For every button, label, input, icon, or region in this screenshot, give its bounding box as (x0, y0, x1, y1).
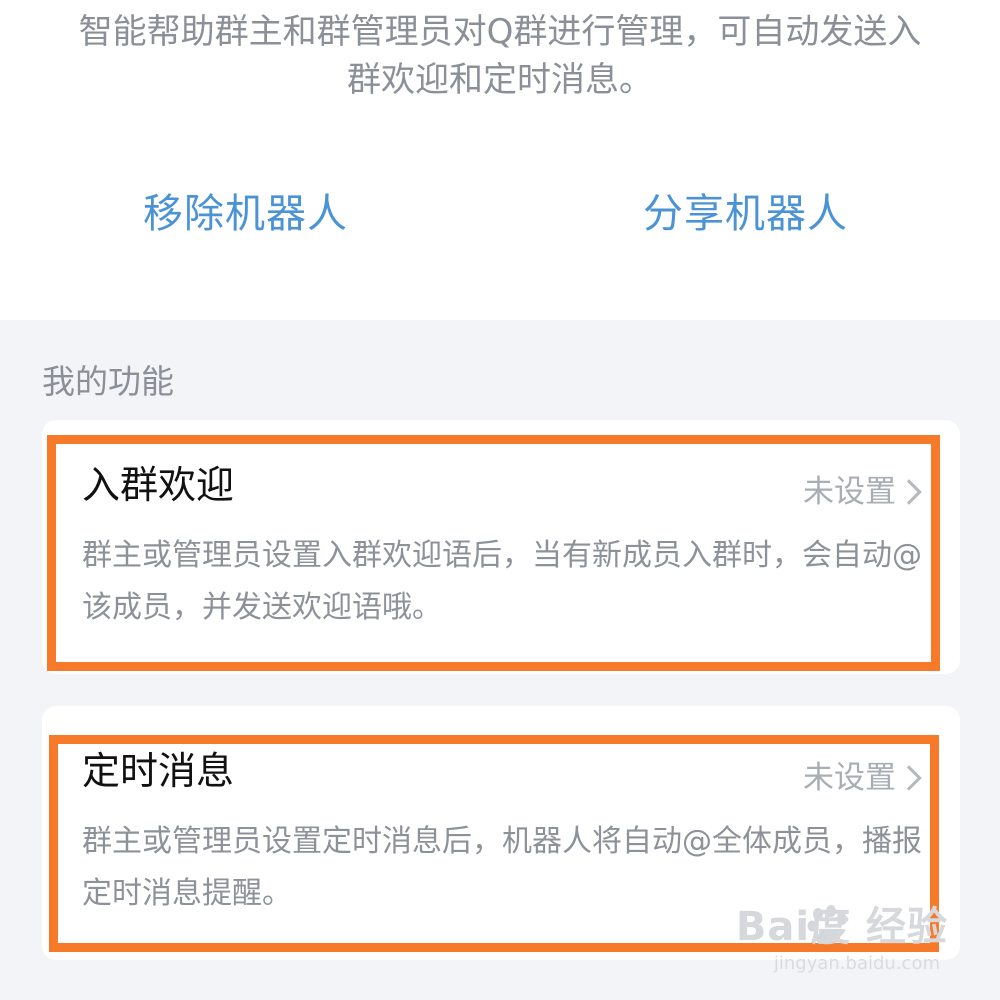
feature-title: 入群欢迎 (82, 463, 235, 507)
status-label: 未设置 (803, 760, 896, 796)
feature-card-welcome[interactable]: 入群欢迎 未设置 群主或管理员设置入群欢迎语后，当有新成员入群时，会自动@该成员… (42, 420, 960, 674)
robot-description: 智能帮助群主和群管理员对Q群进行管理，可自动发送入群欢迎和定时消息。 (78, 12, 922, 100)
robot-info-header: 智能帮助群主和群管理员对Q群进行管理，可自动发送入群欢迎和定时消息。 移除机器人… (0, 0, 1000, 320)
feature-title: 定时消息 (82, 749, 235, 793)
remove-robot-button[interactable]: 移除机器人 (143, 188, 348, 240)
baidu-watermark-logo: Bai度 经验 (735, 904, 948, 950)
my-features-section: 我的功能 入群欢迎 未设置 群主或管理员设置入群欢迎语后，当有新成员入群时，会自… (0, 320, 1000, 1000)
share-robot-button[interactable]: 分享机器人 (643, 188, 848, 240)
section-title: 我的功能 (42, 362, 174, 401)
robot-settings-page: 智能帮助群主和群管理员对Q群进行管理，可自动发送入群欢迎和定时消息。 移除机器人… (0, 0, 1000, 1000)
status-label: 未设置 (803, 474, 896, 510)
feature-description: 群主或管理员设置入群欢迎语后，当有新成员入群时，会自动@该成员，并发送欢迎语哦。 (82, 538, 922, 625)
baidu-watermark-url: jingyan.baidu.com (773, 953, 940, 974)
feature-status[interactable]: 未设置 (803, 472, 922, 512)
chevron-right-icon (896, 479, 922, 505)
chevron-right-icon (896, 765, 922, 791)
feature-status[interactable]: 未设置 (803, 758, 922, 798)
